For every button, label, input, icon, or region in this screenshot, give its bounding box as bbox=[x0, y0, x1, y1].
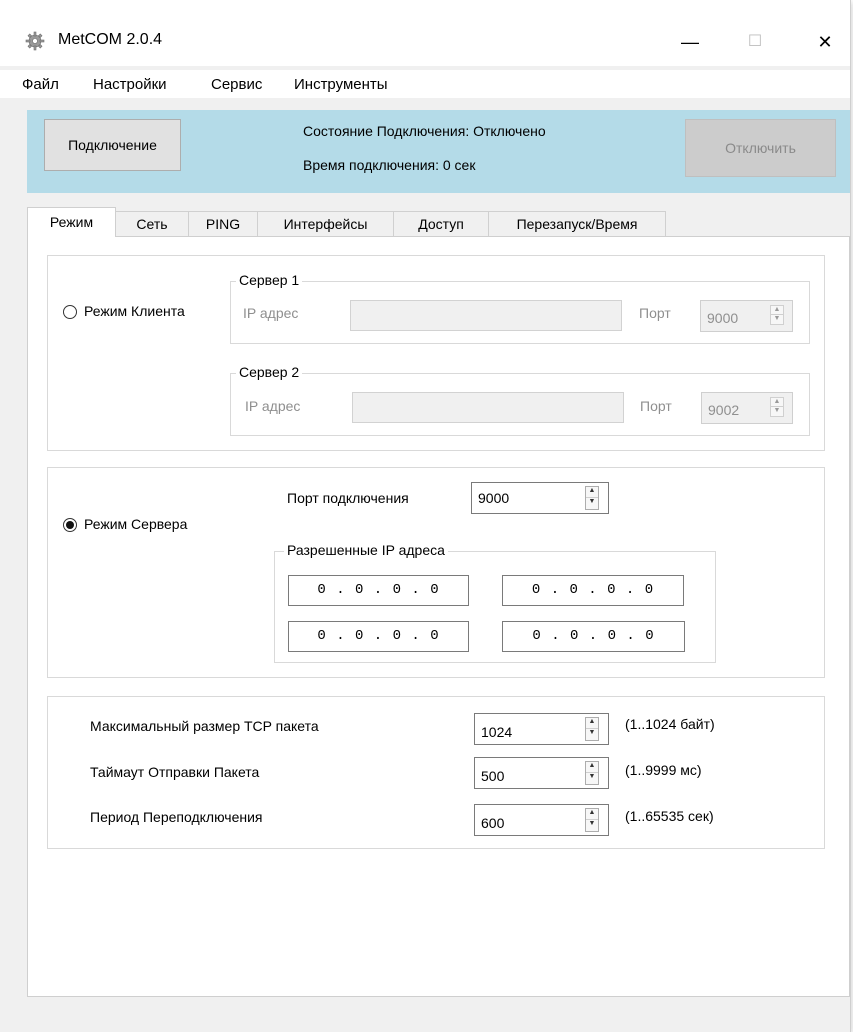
tab-access[interactable]: Доступ bbox=[393, 211, 489, 236]
menu-tools[interactable]: Инструменты bbox=[294, 76, 388, 93]
spin-up-icon[interactable]: ▲ bbox=[771, 306, 783, 315]
tab-mode[interactable]: Режим bbox=[27, 207, 116, 237]
server1-port-spin[interactable]: ▲ ▼ bbox=[770, 305, 784, 325]
close-button[interactable]: ✕ bbox=[810, 31, 840, 53]
allowed-ips-legend: Разрешенные IP адреса bbox=[284, 542, 448, 558]
server2-port-spin[interactable]: ▲ ▼ bbox=[770, 397, 784, 417]
tab-interfaces[interactable]: Интерфейсы bbox=[257, 211, 394, 236]
reconnect-period-spin[interactable]: ▲ ▼ bbox=[585, 808, 599, 832]
spin-up-icon[interactable]: ▲ bbox=[586, 718, 598, 729]
server-port-label: Порт подключения bbox=[287, 490, 409, 506]
server1-ip-label: IP адрес bbox=[243, 305, 299, 321]
send-timeout-value: 500 bbox=[481, 768, 505, 784]
disconnect-button[interactable]: Отключить bbox=[685, 119, 836, 177]
reconnect-period-range: (1..65535 сек) bbox=[625, 808, 714, 824]
maximize-button[interactable]: ☐ bbox=[740, 31, 770, 53]
connection-time: Время подключения: 0 сек bbox=[303, 157, 476, 173]
minimize-button[interactable]: — bbox=[675, 31, 705, 53]
menu-file[interactable]: Файл bbox=[22, 76, 59, 93]
server2-ip-label: IP адрес bbox=[245, 398, 301, 414]
spin-down-icon[interactable]: ▼ bbox=[586, 820, 598, 831]
connection-status: Состояние Подключения: Отключено bbox=[303, 123, 546, 139]
server-mode-label[interactable]: Режим Сервера bbox=[84, 516, 187, 532]
server1-port-label: Порт bbox=[639, 305, 671, 321]
send-timeout-label: Таймаут Отправки Пакета bbox=[90, 764, 260, 780]
send-timeout-range: (1..9999 мс) bbox=[625, 762, 702, 778]
server-mode-radio[interactable] bbox=[63, 518, 77, 532]
server2-port-stepper[interactable]: 9002 ▲ ▼ bbox=[701, 392, 793, 424]
radio-selected-dot bbox=[66, 521, 74, 529]
tab-restart-time[interactable]: Перезапуск/Время bbox=[488, 211, 666, 236]
window-title: MetCOM 2.0.4 bbox=[58, 31, 163, 48]
spin-up-icon[interactable]: ▲ bbox=[771, 398, 783, 407]
reconnect-period-stepper[interactable]: 600 ▲ ▼ bbox=[474, 804, 609, 836]
spin-down-icon[interactable]: ▼ bbox=[586, 773, 598, 784]
server2-ip-input[interactable] bbox=[352, 392, 624, 423]
gear-icon bbox=[25, 31, 45, 51]
server1-port-stepper[interactable]: 9000 ▲ ▼ bbox=[700, 300, 793, 332]
server-port-spin[interactable]: ▲ ▼ bbox=[585, 486, 599, 510]
reconnect-period-value: 600 bbox=[481, 815, 505, 831]
send-timeout-spin[interactable]: ▲ ▼ bbox=[585, 761, 599, 785]
server2-port-label: Порт bbox=[640, 398, 672, 414]
server2-legend: Сервер 2 bbox=[236, 364, 303, 380]
tab-network[interactable]: Сеть bbox=[115, 211, 189, 236]
allowed-ip-1[interactable]: 0 . 0 . 0 . 0 bbox=[288, 575, 469, 606]
menu-service[interactable]: Сервис bbox=[211, 76, 262, 93]
connect-button[interactable]: Подключение bbox=[44, 119, 181, 171]
spin-up-icon[interactable]: ▲ bbox=[586, 809, 598, 820]
tcp-packet-size-stepper[interactable]: 1024 ▲ ▼ bbox=[474, 713, 609, 745]
server1-ip-input[interactable] bbox=[350, 300, 622, 331]
server2-port-value: 9002 bbox=[708, 402, 740, 419]
client-mode-label[interactable]: Режим Клиента bbox=[84, 303, 185, 319]
spin-down-icon[interactable]: ▼ bbox=[771, 407, 783, 416]
allowed-ip-2[interactable]: 0 . 0 . 0 . 0 bbox=[502, 575, 684, 606]
client-mode-radio[interactable] bbox=[63, 305, 77, 319]
server-port-stepper[interactable]: 9000 ▲ ▼ bbox=[471, 482, 609, 514]
tcp-packet-size-label: Максимальный размер TCP пакета bbox=[90, 718, 319, 734]
spin-up-icon[interactable]: ▲ bbox=[586, 762, 598, 773]
tab-ping[interactable]: PING bbox=[188, 211, 258, 236]
spin-up-icon[interactable]: ▲ bbox=[586, 487, 598, 498]
allowed-ip-4[interactable]: 0 . 0 . 0 . 0 bbox=[502, 621, 685, 652]
tcp-packet-size-value: 1024 bbox=[481, 724, 513, 740]
tcp-packet-size-range: (1..1024 байт) bbox=[625, 716, 715, 732]
spin-down-icon[interactable]: ▼ bbox=[586, 498, 598, 509]
server1-port-value: 9000 bbox=[707, 310, 739, 327]
server1-legend: Сервер 1 bbox=[236, 272, 303, 288]
server-port-value: 9000 bbox=[478, 490, 510, 506]
send-timeout-stepper[interactable]: 500 ▲ ▼ bbox=[474, 757, 609, 789]
spin-down-icon[interactable]: ▼ bbox=[771, 315, 783, 324]
reconnect-period-label: Период Переподключения bbox=[90, 809, 263, 825]
allowed-ip-3[interactable]: 0 . 0 . 0 . 0 bbox=[288, 621, 469, 652]
spin-down-icon[interactable]: ▼ bbox=[586, 729, 598, 740]
menu-settings[interactable]: Настройки bbox=[93, 76, 167, 93]
tcp-packet-size-spin[interactable]: ▲ ▼ bbox=[585, 717, 599, 741]
